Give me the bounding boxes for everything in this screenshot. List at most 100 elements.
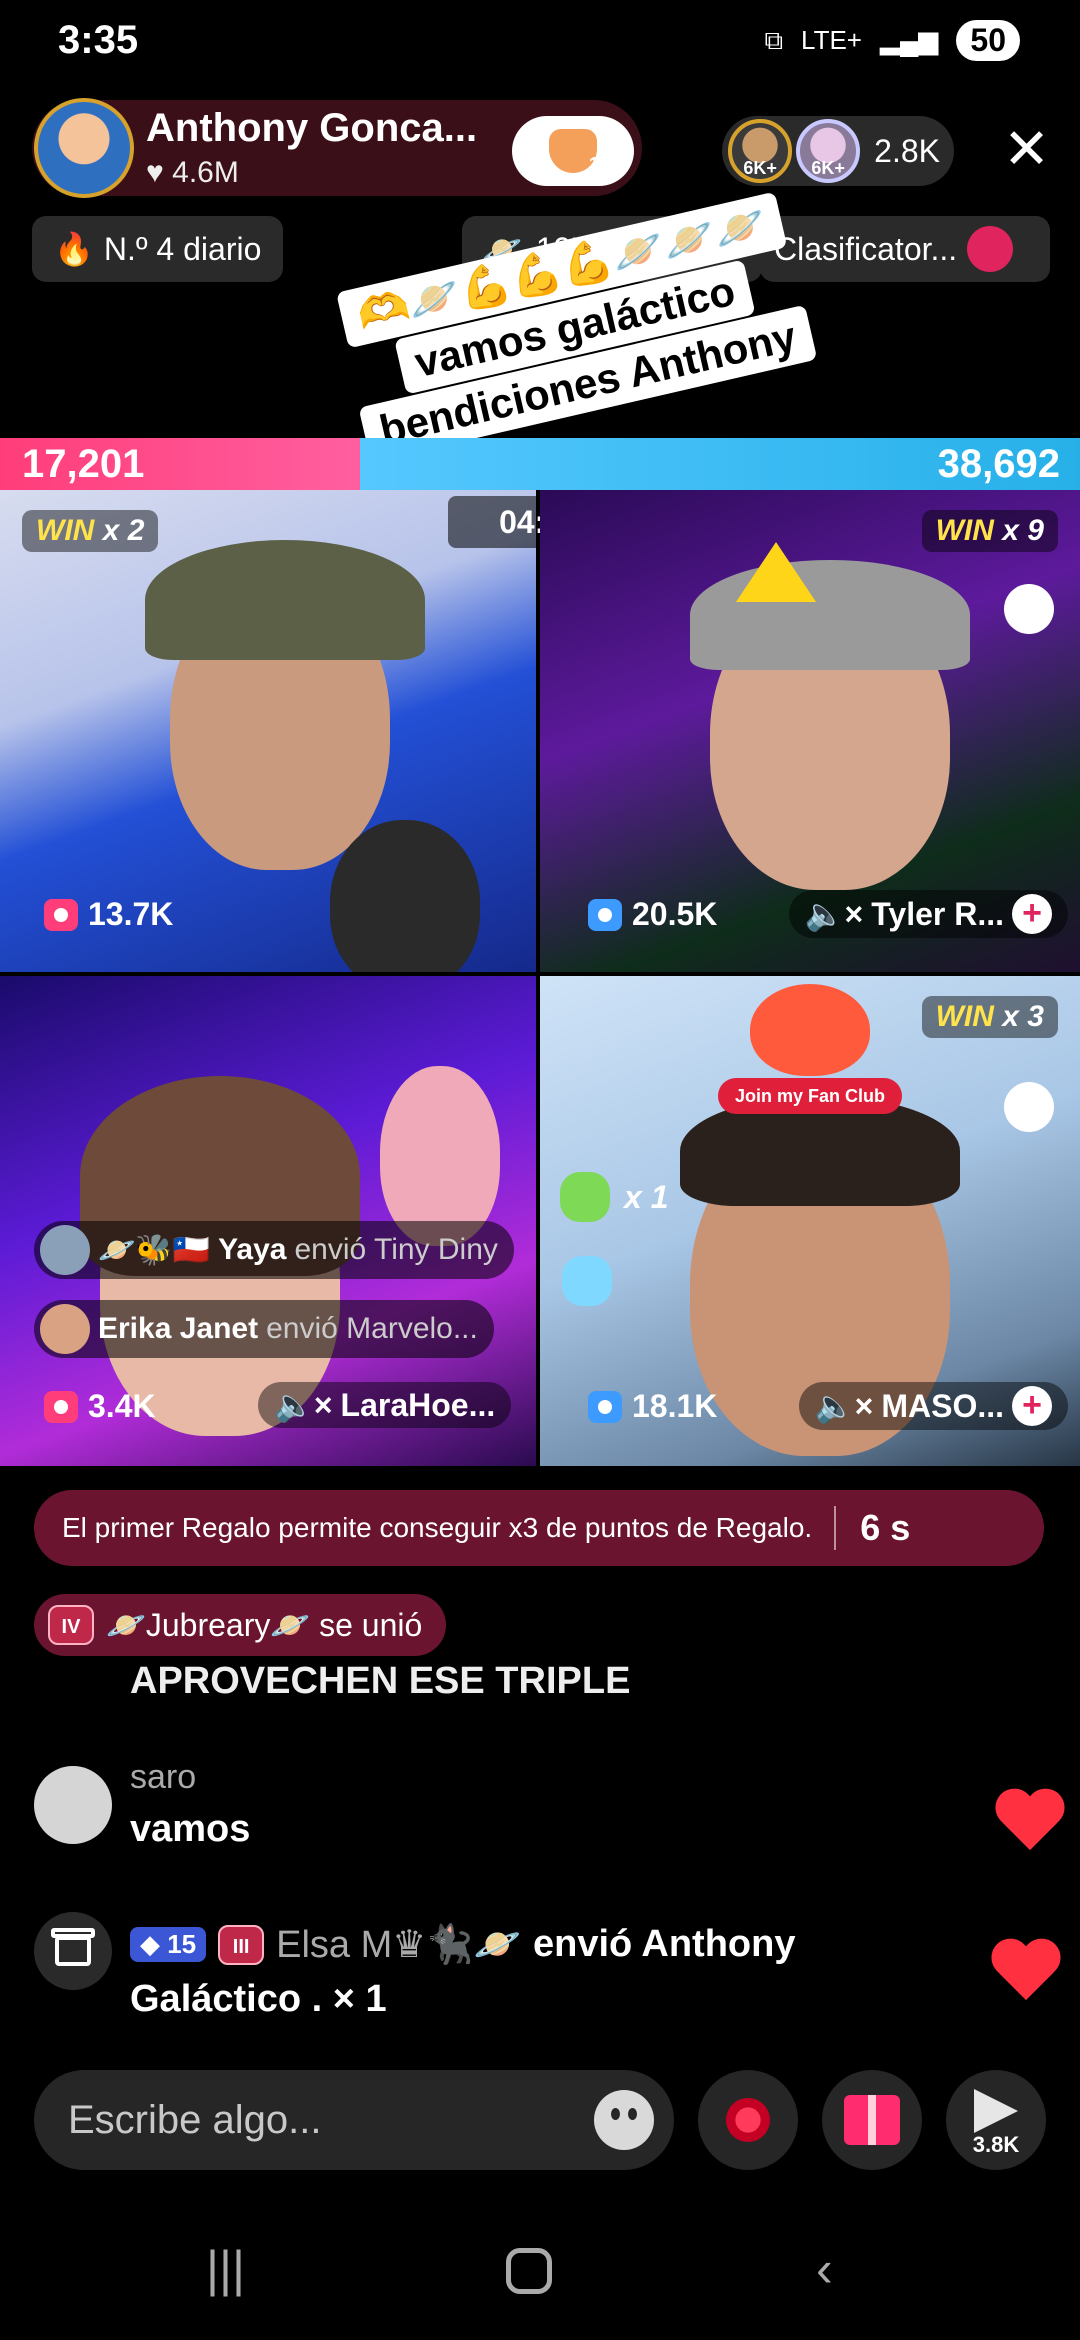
comment-input[interactable]: Escribe algo... xyxy=(34,2070,674,2170)
tile-likes: 18.1K xyxy=(588,1388,717,1425)
banner-countdown: 6 s xyxy=(860,1507,911,1548)
status-icons: ⧉ LTE+ ▂▄▆ 50 xyxy=(764,20,1020,61)
host-name[interactable]: Anthony Gonca... xyxy=(146,106,477,151)
banner-text: El primer Regalo permite conseguir x3 de… xyxy=(62,1512,813,1543)
likes-count: 13.7K xyxy=(88,896,174,932)
status-time: 3:35 xyxy=(58,18,139,62)
chat-message: vamos xyxy=(130,1808,251,1850)
banner-divider xyxy=(834,1506,837,1550)
close-icon[interactable]: ✕ xyxy=(1003,118,1050,180)
home-icon[interactable] xyxy=(506,2248,552,2294)
gift-notice: 🪐🐝🇨🇱 Yaya envió Tiny Diny xyxy=(34,1221,514,1279)
camera-icon xyxy=(44,898,78,931)
host-likes-count: 4.6M xyxy=(172,156,239,189)
plus-icon[interactable]: + xyxy=(1012,894,1052,934)
battle-score-right: 38,692 xyxy=(937,442,1060,486)
gift-sender-avatar xyxy=(40,1304,90,1354)
camera-icon xyxy=(588,898,622,931)
mute-icon: 🔈× xyxy=(274,1387,333,1423)
camera-icon xyxy=(588,1390,622,1423)
win-multiplier: x 9 xyxy=(1002,514,1044,547)
signal-icon: ▂▄▆ xyxy=(879,25,939,55)
guest-tile[interactable]: WIN x 9 20.5K 🔈× Tyler R... + xyxy=(540,490,1080,972)
gift-icon xyxy=(34,1912,112,1990)
viewer-badge: 6K+ xyxy=(811,158,845,178)
gift-animation-icon xyxy=(562,1256,612,1306)
host-avatar[interactable] xyxy=(34,98,134,198)
tile-likes: 20.5K xyxy=(588,896,717,933)
heart-icon[interactable] xyxy=(994,1790,1066,1854)
guest-name-pill[interactable]: 🔈× Tyler R... + xyxy=(788,890,1068,938)
user-level: 15 xyxy=(167,1929,197,1959)
daily-rank-pill[interactable]: 🔥 N.º 4 diario xyxy=(32,216,284,282)
back-icon[interactable]: ‹ xyxy=(816,2240,833,2298)
gift-sender-name: Erika Janet xyxy=(98,1312,259,1345)
join-notice: IV 🪐Jubreary🪐 se unió xyxy=(34,1594,447,1656)
gift-points-banner[interactable]: El primer Regalo permite conseguir x3 de… xyxy=(34,1490,1044,1566)
likes-count: 18.1K xyxy=(632,1388,718,1424)
gift-button[interactable] xyxy=(822,2070,922,2170)
follow-button[interactable]: 15 xyxy=(512,116,634,186)
gift-sender-emoji: 🪐🐝🇨🇱 xyxy=(98,1233,211,1267)
guest-tile[interactable]: 🪐🐝🇨🇱 Yaya envió Tiny Diny Erika Janet en… xyxy=(0,976,536,1466)
fan-club-sticker[interactable]: Join my Fan Club xyxy=(718,984,902,1114)
guest-name-pill[interactable]: 🔈× LaraHoe... xyxy=(258,1382,512,1428)
rose-button[interactable] xyxy=(698,2070,798,2170)
tile-likes: 13.7K xyxy=(44,896,173,933)
ranking-badge-icon xyxy=(967,226,1014,272)
level-badge: IV xyxy=(48,1605,94,1645)
viewer-badge: 6K+ xyxy=(743,158,777,178)
crown-icon xyxy=(736,542,816,602)
fan-heart-icon: 15 xyxy=(549,129,611,176)
emoji-icon[interactable] xyxy=(594,2090,654,2150)
rose-icon xyxy=(726,2098,770,2142)
top-viewer-avatar[interactable]: 6K+ xyxy=(796,119,861,183)
guest-name-pill[interactable]: 🔈× MASO... + xyxy=(798,1382,1068,1430)
plus-icon[interactable]: + xyxy=(1012,1386,1052,1426)
camera-icon xyxy=(44,1390,78,1423)
top-viewer-avatar[interactable]: 6K+ xyxy=(728,119,793,183)
dinosaur-gift-icon xyxy=(560,1172,610,1222)
win-badge: WIN x 3 xyxy=(921,996,1058,1038)
battle-score-left: 17,201 xyxy=(22,442,145,486)
share-button[interactable]: 3.8K xyxy=(946,2070,1046,2170)
guest-name: MASO... xyxy=(881,1387,1004,1424)
heart-icon[interactable] xyxy=(990,1940,1062,2004)
gift-detail: Galáctico . × 1 xyxy=(130,1978,387,2020)
gift-sender-avatar xyxy=(40,1225,90,1275)
mute-icon: 🔈× xyxy=(814,1388,874,1424)
host-likes: ♥ 4.6M xyxy=(146,156,239,190)
gift-verb: envió Tiny Diny xyxy=(294,1233,498,1266)
network-label: LTE+ xyxy=(801,25,862,55)
gift-notice: Erika Janet envió Marvelo... xyxy=(34,1300,494,1358)
heart-icon: ♥ xyxy=(146,156,164,189)
join-text: 🪐Jubreary🪐 se unió xyxy=(106,1607,423,1643)
win-multiplier: x 2 xyxy=(102,514,145,547)
chat-avatar[interactable] xyxy=(34,1766,112,1844)
viewers-pill[interactable]: 6K+ 6K+ 2.8K xyxy=(722,116,954,186)
cap-shape xyxy=(145,540,425,660)
boost-icon[interactable] xyxy=(1004,1082,1054,1132)
guest-name: Tyler R... xyxy=(871,895,1004,932)
guest-tile[interactable]: WIN x 2 13.7K xyxy=(0,490,536,972)
follow-count: 15 xyxy=(588,154,611,176)
win-multiplier: x 3 xyxy=(1002,1000,1044,1033)
fan-level-badge: III xyxy=(218,1924,265,1965)
share-icon xyxy=(974,2089,1018,2133)
cap-shape xyxy=(690,560,970,670)
recent-apps-icon[interactable]: ||| xyxy=(206,2240,245,2298)
gift-verb: envió Anthony xyxy=(532,1923,796,1965)
combo-count: x 1 xyxy=(624,1178,669,1215)
viewer-count[interactable]: 2.8K xyxy=(874,133,940,170)
chat-username[interactable]: saro xyxy=(130,1758,196,1797)
boost-icon[interactable] xyxy=(1004,584,1054,634)
gift-combo: x 1 xyxy=(560,1172,668,1222)
battery-badge: 50 xyxy=(956,20,1020,61)
gift-sender-name: Yaya xyxy=(218,1233,287,1266)
chat-message: APROVECHEN ESE TRIPLE xyxy=(130,1660,631,1702)
gift-verb: envió Marvelo... xyxy=(266,1312,478,1345)
fan-club-label: Join my Fan Club xyxy=(718,1078,902,1114)
likes-count: 3.4K xyxy=(88,1388,156,1424)
chat-username[interactable]: Elsa M♛🐈‍⬛🪐 xyxy=(276,1922,521,1967)
likes-count: 20.5K xyxy=(632,896,718,932)
